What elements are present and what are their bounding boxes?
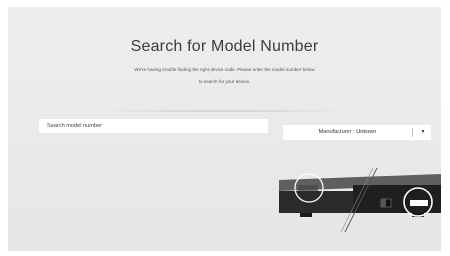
device-switch (381, 199, 386, 207)
usb-port-icon (410, 200, 428, 206)
dropdown-separator (412, 128, 413, 137)
page-subtitle: We're having trouble finding the right d… (8, 64, 441, 88)
model-label-sticker (298, 185, 318, 191)
device-foot (300, 213, 312, 217)
set-top-box-illustration (279, 167, 441, 233)
page-title: Search for Model Number (130, 38, 319, 55)
chevron-down-icon[interactable]: ▼ (417, 125, 429, 140)
manufacturer-dropdown-value: Manufacturer : Unkown (318, 129, 377, 135)
search-model-number-screen: Search for Model Number We're having tro… (8, 7, 441, 251)
subtitle-line-1: We're having trouble finding the right d… (134, 67, 315, 72)
search-model-number-input[interactable] (39, 119, 268, 133)
manufacturer-dropdown[interactable]: Manufacturer : Unkown ▼ (283, 125, 431, 140)
divider (100, 110, 348, 112)
subtitle-line-2: to search for your device. (198, 79, 251, 84)
